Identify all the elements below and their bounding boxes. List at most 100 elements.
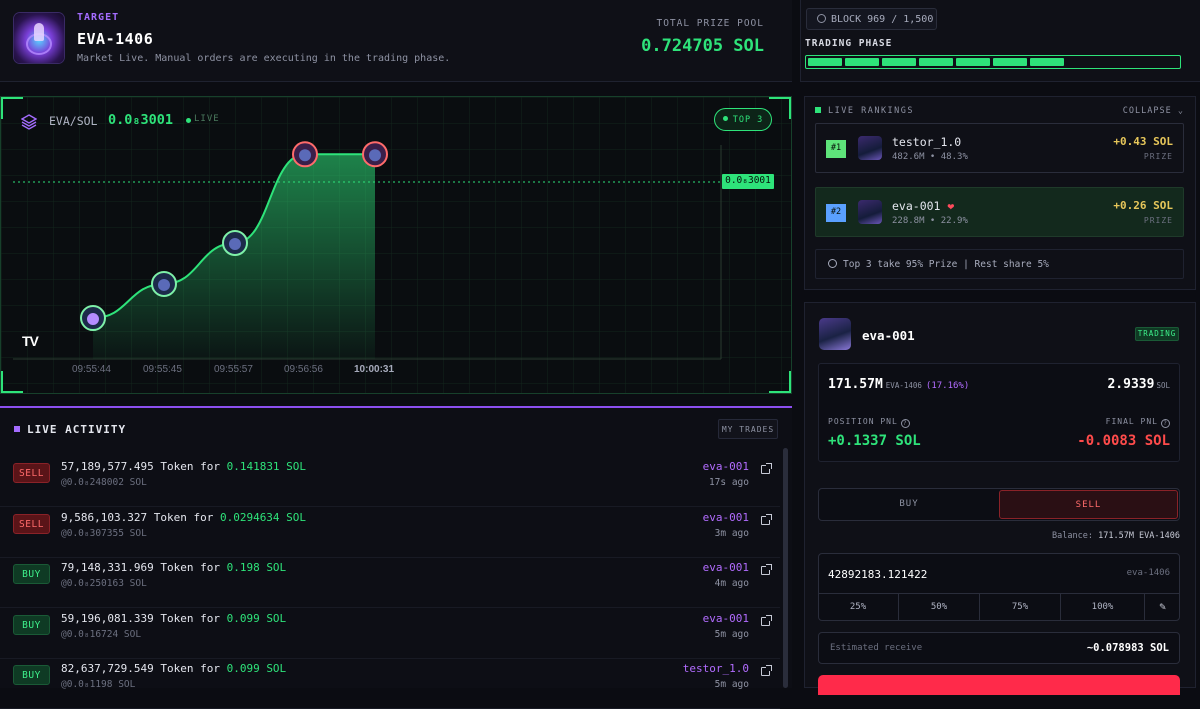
trade-side-badge: BUY (13, 665, 50, 685)
balance-value: 171.57M EVA-1406 (1098, 531, 1180, 541)
trade-row[interactable]: SELL 57,189,577.495 Token for 0.141831 SO… (0, 457, 780, 507)
marker-avatar-icon (229, 238, 241, 250)
trade-sol: 0.141831 SOL (226, 460, 307, 473)
rankings-title-text: LIVE RANKINGS (828, 106, 915, 116)
marker-avatar-icon (299, 149, 311, 162)
external-link-icon[interactable] (761, 564, 772, 575)
trade-user[interactable]: eva-001 (703, 612, 749, 625)
top3-button[interactable]: TOP 3 (714, 108, 772, 131)
trade-time: 17s ago (708, 477, 749, 488)
rankings-note: Top 3 take 95% Prize | Rest share 5% (815, 249, 1184, 279)
trade-side-badge: BUY (13, 614, 50, 635)
trade-user[interactable]: eva-001 (703, 511, 749, 524)
help-icon[interactable]: ? (1161, 419, 1170, 428)
trade-time: 4m ago (714, 578, 749, 589)
x-tick-label: 09:55:57 (214, 364, 253, 375)
trade-summary: 79,148,331.969 Token for 0.198 SOL (61, 561, 286, 574)
final-pnl-value: -0.0083 SOL (1077, 433, 1170, 449)
activity-scrollbar[interactable] (783, 448, 788, 688)
x-tick-label: 09:55:44 (72, 364, 111, 375)
pct-25-button[interactable]: 25% (818, 593, 899, 621)
trade-row[interactable]: BUY 82,637,729.549 Token for 0.099 SOL @0.… (0, 659, 780, 709)
live-indicator: LIVE (194, 114, 220, 124)
pct-75-button[interactable]: 75% (980, 593, 1061, 621)
external-link-icon[interactable] (761, 614, 772, 626)
heart-icon: ❤ (947, 199, 955, 213)
ranking-name: eva-001 ❤ (892, 199, 955, 213)
phase-label: TRADING PHASE (805, 38, 893, 49)
help-icon[interactable]: ? (900, 419, 910, 428)
price-chart[interactable] (0, 96, 792, 394)
trade-row[interactable]: BUY 59,196,081.339 Token for 0.099 SOL @0.… (0, 609, 780, 659)
target-description: Market Live. Manual orders are executing… (77, 53, 451, 64)
ranking-prize: +0.26 SOL (1113, 199, 1173, 212)
position-sol-unit: SOL (1156, 381, 1170, 390)
phase-segment (1030, 58, 1064, 66)
ranking-stat: 482.6M • 48.3% (892, 152, 968, 162)
trade-side-badge: SELL (13, 463, 50, 483)
trade-amount: 9,586,103.327 (61, 510, 148, 524)
user-avatar (819, 318, 851, 350)
info-icon (828, 259, 837, 268)
phase-segment (956, 58, 990, 66)
position-pnl-label-text: POSITION PNL (828, 417, 898, 426)
marker-avatar-icon (369, 149, 381, 162)
balance: Balance: 171.57M EVA-1406 (1052, 531, 1180, 541)
external-link-icon[interactable] (761, 513, 772, 525)
target-name: EVA-1406 (77, 30, 154, 48)
submit-sell-button[interactable] (818, 675, 1180, 695)
rankings-note-text: Top 3 take 95% Prize | Rest share 5% (843, 259, 1049, 270)
trade-amount: 82,637,729.549 (61, 662, 154, 675)
pencil-icon[interactable]: ✎ (1145, 593, 1180, 621)
target-avatar (14, 13, 64, 63)
trade-amount: 79,148,331.969 (61, 561, 154, 574)
position-tokens-value: 171.57M (828, 377, 883, 392)
ranking-stat: 228.8M • 22.9% (892, 216, 968, 226)
trade-user[interactable]: eva-001 (703, 561, 749, 574)
trade-summary: 59,196,081.339 Token for 0.099 SOL (61, 612, 286, 625)
scrollbar-thumb[interactable] (783, 448, 788, 688)
ranking-avatar (858, 136, 882, 160)
sell-tab[interactable]: SELL (999, 490, 1178, 519)
trade-price: @0.0₈250163 SOL (61, 578, 147, 589)
ranking-prize-label: PRIZE (1143, 152, 1173, 161)
trade-row[interactable]: SELL 9,586,103.327 Token for 0.0294634 SO… (0, 508, 780, 558)
my-trades-button[interactable]: MY TRADES (718, 419, 778, 439)
x-tick-label: 09:55:45 (143, 364, 182, 375)
pct-100-button[interactable]: 100% (1061, 593, 1145, 621)
phase-progress-bar (805, 55, 1181, 69)
prize-pool-label: TOTAL PRIZE POOL (656, 18, 764, 29)
trade-user[interactable]: eva-001 (703, 460, 749, 473)
trade-price: @0.0₈307355 SOL (61, 527, 147, 539)
trade-row[interactable]: BUY 79,148,331.969 Token for 0.198 SOL @0.… (0, 558, 780, 608)
collapse-button[interactable]: COLLAPSE ⌄ (1123, 106, 1184, 116)
current-price-tag: 0.0₈3001 (722, 174, 774, 189)
position-token-pct: (17.16%) (925, 381, 970, 391)
phase-segment (882, 58, 916, 66)
tradingview-logo[interactable]: TV (22, 333, 39, 349)
trade-price: @0.0₈16724 SOL (61, 628, 142, 640)
trade-amount: 59,196,081.339 (61, 611, 154, 625)
prize-pool-value: 0.724705 SOL (641, 36, 764, 56)
position-pnl-value: +0.1337 SOL (828, 433, 921, 449)
trade-sol: 0.099 SOL (226, 611, 287, 625)
trade-user[interactable]: testor_1.0 (683, 662, 749, 675)
amount-input[interactable] (828, 566, 1078, 582)
block-text: BLOCK 969 / 1,500 (831, 14, 934, 25)
pct-50-button[interactable]: 50% (899, 593, 980, 621)
trade-amount: 57,189,577.495 (61, 460, 154, 473)
live-dot-icon (186, 118, 191, 123)
phase-segment (808, 58, 842, 66)
trade-time: 3m ago (714, 527, 749, 539)
x-tick-label: 10:00:31 (354, 364, 395, 375)
external-link-icon[interactable] (761, 665, 772, 676)
ranking-row[interactable]: #1 testor_1.0 482.6M • 48.3% +0.43 SOL PRIZE (815, 123, 1184, 173)
activity-title: LIVE ACTIVITY (14, 423, 126, 436)
user-name: eva-001 (862, 328, 915, 343)
buy-tab[interactable]: BUY (819, 489, 999, 520)
external-link-icon[interactable] (761, 463, 772, 474)
ranking-avatar (858, 200, 882, 224)
ranking-row[interactable]: #2 eva-001 ❤ 228.8M • 22.9% +0.26 SOL PRIZE (815, 187, 1184, 237)
target-label: TARGET (77, 12, 120, 23)
trade-price: @0.0₈1198 SOL (61, 679, 136, 690)
